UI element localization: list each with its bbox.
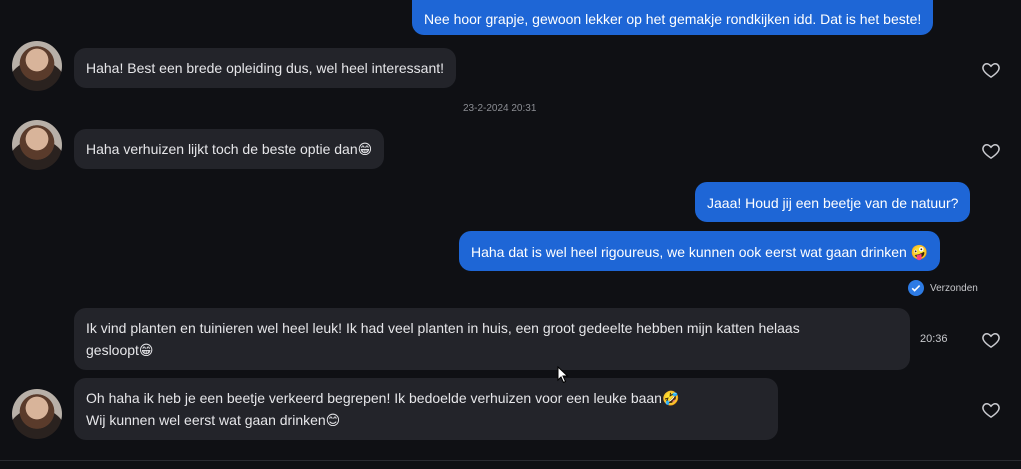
message-line: Ik vind planten en tuinieren wel heel le… [86, 320, 800, 336]
heart-outline-icon[interactable] [981, 330, 1001, 350]
check-icon [908, 280, 924, 296]
delivery-status: Verzonden [908, 280, 978, 296]
message-time: 20:36 [920, 333, 948, 345]
message-bubble-outgoing[interactable]: Nee hoor grapje, gewoon lekker op het ge… [412, 0, 934, 35]
message-bubble-outgoing[interactable]: Haha dat is wel heel rigoureus, we kunne… [459, 231, 941, 271]
delivery-status-label: Verzonden [930, 282, 978, 294]
heart-outline-icon[interactable] [981, 60, 1001, 80]
chat-thread: Nee hoor grapje, gewoon lekker op het ge… [0, 0, 1021, 469]
message-line: gesloopt😁 [86, 342, 154, 358]
timestamp-divider: 23-2-2024 20:31 [463, 103, 537, 114]
message-bubble-incoming[interactable]: Haha! Best een brede opleiding dus, wel … [74, 48, 457, 88]
mouse-pointer-icon [557, 366, 569, 384]
divider [0, 460, 1021, 461]
avatar[interactable] [12, 120, 62, 170]
message-line: Wij kunnen wel eerst wat gaan drinken😊 [86, 412, 341, 428]
avatar[interactable] [12, 389, 62, 439]
heart-outline-icon[interactable] [981, 400, 1001, 420]
message-bubble-outgoing[interactable]: Jaaa! Houd jij een beetje van de natuur? [695, 182, 971, 222]
message-line: Oh haha ik heb je een beetje verkeerd be… [86, 390, 680, 406]
message-bubble-incoming[interactable]: Haha verhuizen lijkt toch de beste optie… [74, 129, 385, 169]
message-bubble-incoming[interactable]: Ik vind planten en tuinieren wel heel le… [74, 308, 910, 370]
message-bubble-incoming[interactable]: Oh haha ik heb je een beetje verkeerd be… [74, 378, 778, 440]
avatar[interactable] [12, 41, 62, 91]
heart-outline-icon[interactable] [981, 141, 1001, 161]
